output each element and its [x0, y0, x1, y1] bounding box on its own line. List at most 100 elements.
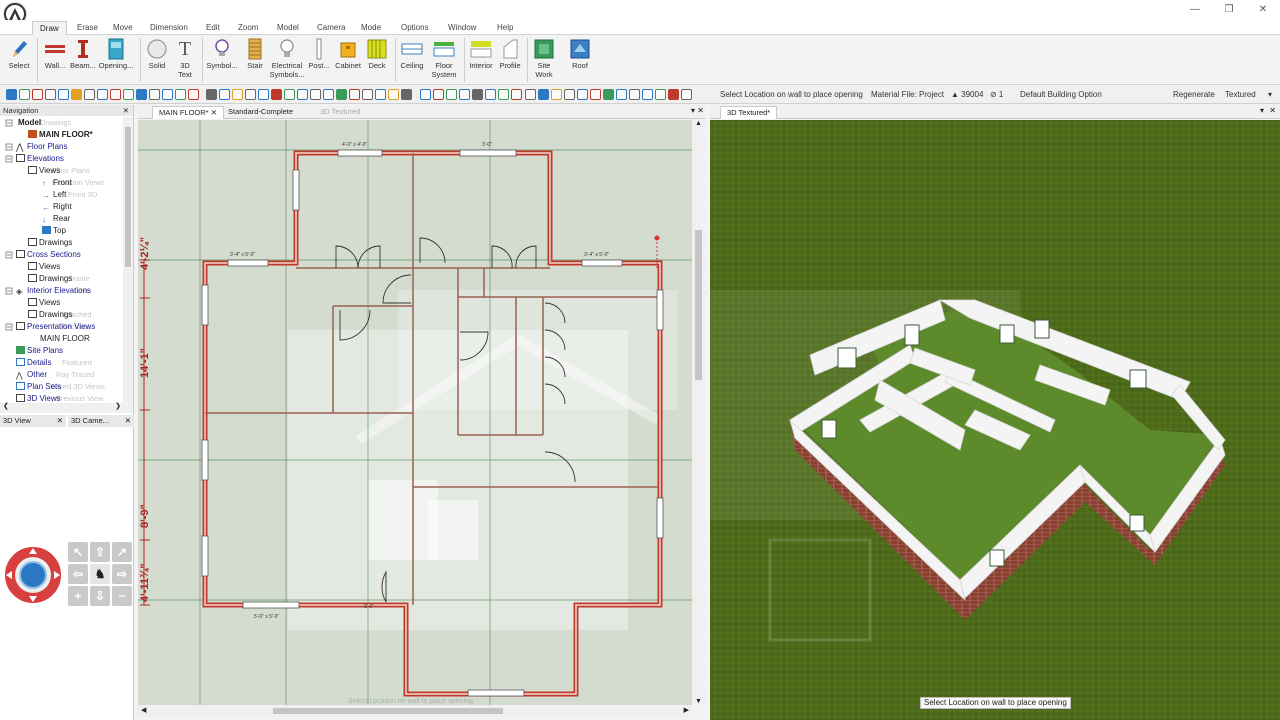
tilt-up-left-icon[interactable]: ↖: [68, 542, 88, 562]
toolbar-tool-icon[interactable]: [349, 89, 360, 100]
toolbar-tool-icon[interactable]: [206, 89, 217, 100]
tab-3d-camera[interactable]: 3D Came... ✕: [68, 415, 134, 427]
move-right-icon[interactable]: ⇨: [112, 564, 132, 584]
move-up-icon[interactable]: ⇧: [90, 542, 110, 562]
nav-vscroll[interactable]: [123, 117, 133, 403]
restore-icon[interactable]: ❐: [1212, 0, 1246, 20]
toolbar-tool-icon[interactable]: [323, 89, 334, 100]
toolbar-tool-icon[interactable]: [245, 89, 256, 100]
zoom-in-icon[interactable]: +: [68, 586, 88, 606]
toolbar-tool-icon[interactable]: [375, 89, 386, 100]
toolbar-tool-icon[interactable]: [232, 89, 243, 100]
menu-mode[interactable]: Mode: [354, 21, 388, 35]
menu-options[interactable]: Options: [394, 21, 436, 35]
tree-details[interactable]: Details: [16, 358, 51, 368]
minimize-icon[interactable]: —: [1178, 0, 1212, 20]
toolbar-tool-icon[interactable]: [336, 89, 347, 100]
menu-edit[interactable]: Edit: [199, 21, 227, 35]
chevron-down-icon[interactable]: ▾: [1268, 90, 1272, 99]
menu-move[interactable]: Move: [106, 21, 140, 35]
electrical-button[interactable]: Electrical Symbols...: [268, 37, 306, 83]
tab-3d-textured-ghost[interactable]: 3D Textured: [314, 106, 366, 119]
roof-button[interactable]: Roof: [566, 37, 594, 83]
toolbar-tool-icon[interactable]: [219, 89, 230, 100]
toolbar-tool-icon[interactable]: [19, 89, 30, 100]
move-left-icon[interactable]: ⇦: [68, 564, 88, 584]
toolbar-tool-icon[interactable]: [310, 89, 321, 100]
toolbar-tool-icon[interactable]: [32, 89, 43, 100]
beam-button[interactable]: Beam...: [68, 37, 98, 83]
toolbar-tool-icon[interactable]: [362, 89, 373, 100]
scroll-down-icon[interactable]: ▼: [695, 698, 702, 705]
menu-zoom[interactable]: Zoom: [231, 21, 265, 35]
toolbar-tool-icon[interactable]: [123, 89, 134, 100]
tilt-up-right-icon[interactable]: ↗: [112, 542, 132, 562]
tree-cross-sections[interactable]: Cross Sections: [16, 250, 81, 260]
toolbar-tool-icon[interactable]: [258, 89, 269, 100]
toolbar-tool-icon[interactable]: [655, 89, 666, 100]
tree-cs-drawings[interactable]: Drawings: [28, 274, 72, 284]
menu-help[interactable]: Help: [490, 21, 520, 35]
toolbar-tool-icon[interactable]: [84, 89, 95, 100]
regenerate-button[interactable]: Regenerate: [1173, 90, 1215, 99]
symbol-button[interactable]: Symbol...: [205, 37, 239, 83]
menu-dimension[interactable]: Dimension: [143, 21, 195, 35]
toolbar-tool-icon[interactable]: [188, 89, 199, 100]
select-button[interactable]: Select: [4, 37, 34, 83]
toolbar-tool-icon[interactable]: [71, 89, 82, 100]
close-icon[interactable]: ✕: [697, 106, 704, 115]
tree-presentation-views[interactable]: Presentation Views: [16, 322, 95, 332]
toolbar-tool-icon[interactable]: [525, 89, 536, 100]
menu-model[interactable]: Model: [270, 21, 306, 35]
3d-text-button[interactable]: T 3D Text: [172, 37, 198, 83]
toolbar-tool-icon[interactable]: [616, 89, 627, 100]
profile-button[interactable]: Profile: [496, 37, 524, 83]
floor-system-button[interactable]: Floor System: [428, 37, 460, 83]
toolbar-tool-icon[interactable]: [577, 89, 588, 100]
close-icon[interactable]: ✕: [125, 415, 131, 427]
tree-rear[interactable]: ↓ Rear: [42, 214, 70, 224]
plan-hscroll[interactable]: ◀ ▶: [138, 705, 692, 717]
toolbar-tool-icon[interactable]: [538, 89, 549, 100]
3d-textured-view[interactable]: [710, 120, 1280, 720]
toolbar-tool-icon[interactable]: [297, 89, 308, 100]
toolbar-tool-icon[interactable]: [420, 89, 431, 100]
close-icon[interactable]: ✕: [57, 415, 63, 427]
menu-camera[interactable]: Camera: [310, 21, 352, 35]
floor-plan-view[interactable]: 4'-2¼" 14'-1" 8'-9" 4'-11¾" 4'-0" x 4'-0…: [138, 120, 692, 705]
toolbar-tool-icon[interactable]: [485, 89, 496, 100]
cabinet-button[interactable]: Cabinet: [333, 37, 363, 83]
nav-hscroll[interactable]: ❮ ❯: [0, 403, 133, 413]
tree-ie-views[interactable]: Views: [28, 298, 60, 308]
toolbar-tool-icon[interactable]: [603, 89, 614, 100]
deck-button[interactable]: Deck: [364, 37, 390, 83]
toolbar-tool-icon[interactable]: [642, 89, 653, 100]
solid-button[interactable]: Solid: [144, 37, 170, 83]
interior-button[interactable]: Interior: [467, 37, 495, 83]
toolbar-tool-icon[interactable]: [162, 89, 173, 100]
tree-floor-plans[interactable]: ⋀ Floor Plans: [16, 142, 67, 152]
toolbar-tool-icon[interactable]: [551, 89, 562, 100]
opening-button[interactable]: Opening...: [96, 37, 136, 83]
tab-menu-icon[interactable]: ▾: [691, 106, 695, 115]
tree-plan-sets[interactable]: Plan Sets: [16, 382, 61, 392]
menu-window[interactable]: Window: [441, 21, 483, 35]
tab-3d-view[interactable]: 3D View ✕: [0, 415, 66, 427]
toolbar-tool-icon[interactable]: [136, 89, 147, 100]
scroll-up-icon[interactable]: ▲: [695, 120, 702, 127]
toolbar-tool-icon[interactable]: [284, 89, 295, 100]
scroll-right-icon[interactable]: ▶: [684, 706, 689, 714]
menu-erase[interactable]: Erase: [70, 21, 105, 35]
post-button[interactable]: Post...: [306, 37, 332, 83]
plan-vscroll[interactable]: ▲ ▼: [692, 120, 705, 705]
tree-main-floor[interactable]: MAIN FLOOR*: [28, 130, 93, 140]
building-option-select[interactable]: Default Building Option: [1020, 90, 1102, 99]
toolbar-tool-icon[interactable]: [681, 89, 692, 100]
toolbar-tool-icon[interactable]: [433, 89, 444, 100]
tree-left[interactable]: → Left: [42, 190, 66, 200]
toolbar-tool-icon[interactable]: [472, 89, 483, 100]
tree-other[interactable]: ⋀ Other: [16, 370, 47, 380]
toolbar-tool-icon[interactable]: [459, 89, 470, 100]
tree-elevations[interactable]: Elevations: [16, 154, 64, 164]
toolbar-tool-icon[interactable]: [401, 89, 412, 100]
